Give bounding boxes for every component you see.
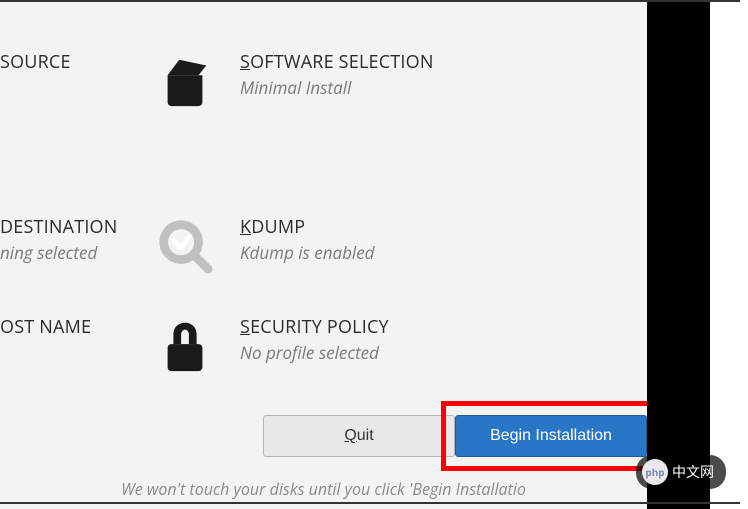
security-sub: No profile selected [240, 341, 647, 364]
lock-icon [156, 317, 214, 375]
package-open-icon [156, 52, 214, 110]
hostname-heading[interactable]: OST NAME [0, 315, 140, 339]
right-black-panel [647, 0, 710, 509]
security-heading[interactable]: SECURITY POLICY [240, 315, 647, 339]
button-bar: Quit Begin Installation [0, 415, 647, 457]
top-border [0, 0, 740, 2]
software-sub: Minimal Install [240, 76, 647, 99]
php-logo-icon: php [642, 459, 668, 485]
magnifier-icon [156, 217, 214, 275]
watermark-text: 中文网 [672, 462, 714, 482]
source-heading[interactable]: SOURCE [0, 50, 140, 74]
kdump-sub: Kdump is enabled [240, 241, 647, 264]
destination-heading[interactable]: DESTINATION [0, 215, 140, 239]
bottom-border [0, 502, 740, 504]
quit-button[interactable]: Quit [263, 415, 455, 457]
begin-installation-button[interactable]: Begin Installation [455, 415, 647, 457]
destination-sub: ning selected [0, 241, 140, 264]
watermark: php 中文网 [636, 455, 726, 489]
hint-text: We won't touch your disks until you clic… [0, 478, 647, 500]
kdump-heading[interactable]: KDUMP [240, 215, 647, 239]
software-heading[interactable]: SOFTWARE SELECTION [240, 50, 647, 74]
